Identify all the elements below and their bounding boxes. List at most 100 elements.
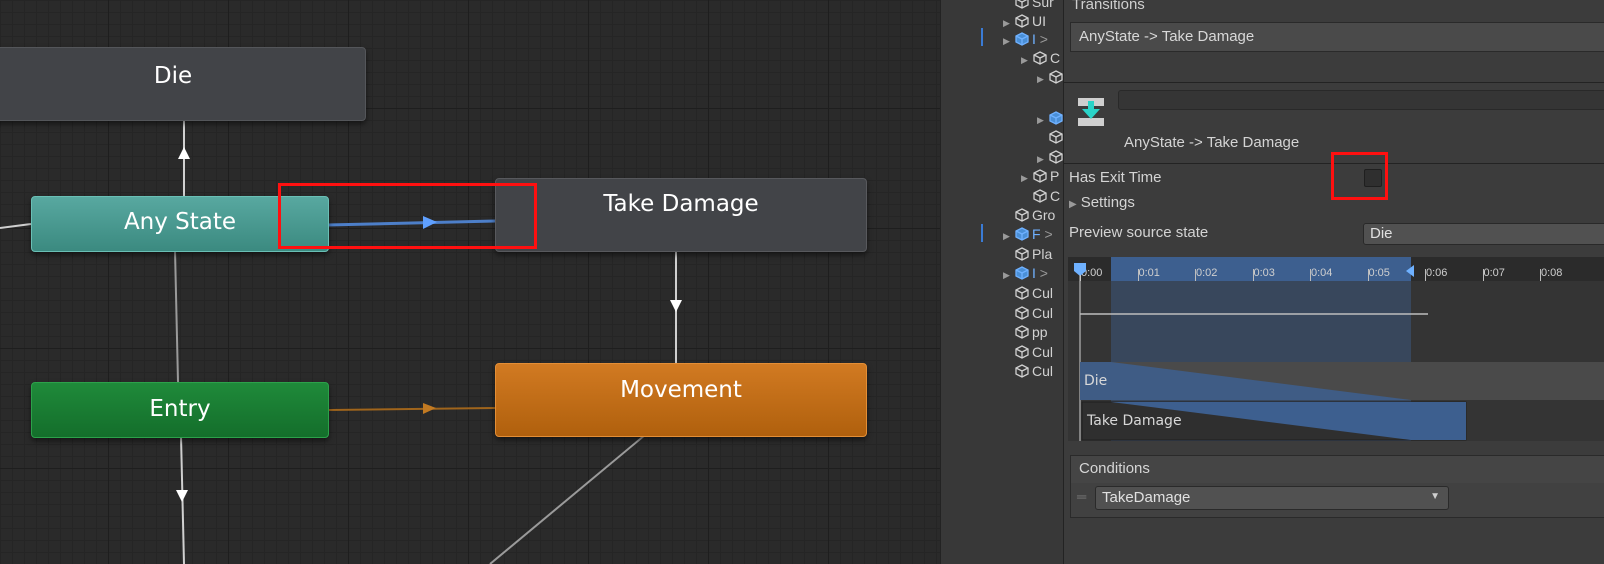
- animator-graph[interactable]: Die Any State Take Damage Entry Movement: [0, 0, 940, 564]
- gameobject-icon: [1049, 130, 1063, 144]
- hierarchy-item-label: Cul: [1032, 344, 1054, 360]
- transition-end-marker-icon[interactable]: [1406, 265, 1414, 277]
- arrow-down-icon: [176, 490, 188, 502]
- hierarchy-item[interactable]: ▶ C: [1021, 50, 1060, 69]
- prefab-icon: [1015, 266, 1029, 280]
- state-movement-label: Movement: [620, 377, 742, 403]
- arrow-right-icon: [423, 403, 436, 414]
- hierarchy-item[interactable]: ▶ I >: [1003, 265, 1048, 284]
- hierarchy-item[interactable]: ▶: [1037, 110, 1064, 129]
- highlight-transition-box: [278, 183, 537, 249]
- gameobject-icon: [1015, 306, 1029, 320]
- preview-source-value: Die: [1370, 225, 1393, 242]
- hierarchy-item-label: F: [1032, 226, 1041, 242]
- hierarchy-item[interactable]: Pla: [1003, 246, 1052, 265]
- gameobject-icon: [1015, 345, 1029, 359]
- transitions-header: Transitions: [1072, 0, 1145, 13]
- transition-left-stub[interactable]: [0, 223, 32, 229]
- foldout-arrow-icon[interactable]: ▶: [1037, 74, 1049, 85]
- gameobject-icon: [1015, 208, 1029, 222]
- hierarchy-item-label: P: [1050, 168, 1060, 184]
- state-entry-label: Entry: [149, 396, 211, 422]
- has-exit-time-label: Has Exit Time: [1069, 169, 1162, 186]
- foldout-arrow-icon[interactable]: ▶: [1003, 36, 1015, 47]
- hierarchy-item-label: Cul: [1032, 305, 1054, 321]
- selection-marker: [981, 28, 983, 46]
- state-entry[interactable]: Entry: [31, 382, 329, 438]
- prefab-icon: [1015, 227, 1029, 241]
- preview-source-dropdown[interactable]: Die: [1363, 223, 1604, 245]
- settings-label: Settings: [1080, 194, 1135, 211]
- hierarchy-item-label: Sur: [1032, 0, 1054, 10]
- hierarchy-item[interactable]: Cul: [1003, 285, 1053, 304]
- conditions-label: Conditions: [1079, 460, 1150, 477]
- hierarchy-item[interactable]: ▶ UI: [1003, 13, 1046, 32]
- hierarchy-item[interactable]: ▶: [1037, 149, 1064, 168]
- hierarchy-item-label: C: [1050, 50, 1061, 66]
- transition-entry-to-movement[interactable]: [326, 407, 496, 411]
- hierarchy-item[interactable]: Sur: [1003, 0, 1054, 13]
- transition-timeline[interactable]: 0:00 0:01 0:02 0:03 0:04 0:05 0:06 0:07 0:08 Die…: [1068, 257, 1604, 441]
- foldout-arrow-icon[interactable]: ▶: [1037, 154, 1049, 165]
- prefab-open-arrow-icon[interactable]: >: [1036, 265, 1048, 281]
- hierarchy-item[interactable]: pp: [1003, 324, 1048, 343]
- condition-parameter-value: TakeDamage: [1102, 489, 1191, 506]
- hierarchy-item[interactable]: C: [1021, 188, 1060, 207]
- prefab-open-arrow-icon[interactable]: >: [1036, 31, 1048, 47]
- hierarchy-item[interactable]: [1037, 129, 1064, 148]
- state-take-damage[interactable]: Take Damage: [495, 178, 867, 252]
- hierarchy-item[interactable]: Cul: [1003, 305, 1053, 324]
- hierarchy-item[interactable]: Gro: [1003, 207, 1055, 226]
- foldout-arrow-icon[interactable]: ▶: [1021, 55, 1033, 66]
- foldout-arrow-icon[interactable]: ▶: [1003, 231, 1015, 242]
- foldout-arrow-icon: ▶: [1069, 199, 1077, 210]
- hierarchy-item-label: Gro: [1032, 207, 1056, 223]
- gameobject-icon: [1015, 286, 1029, 300]
- state-die-label: Die: [153, 63, 193, 89]
- gameobject-icon: [1049, 150, 1063, 164]
- foldout-arrow-icon[interactable]: ▶: [1003, 270, 1015, 281]
- hierarchy-item[interactable]: ▶: [1037, 69, 1064, 88]
- settings-foldout[interactable]: ▶ Settings: [1069, 194, 1135, 211]
- gameobject-icon: [1033, 51, 1047, 65]
- gameobject-icon: [1049, 70, 1063, 84]
- prefab-icon: [1049, 111, 1063, 125]
- prefab-open-arrow-icon[interactable]: >: [1041, 226, 1052, 242]
- transition-any-to-entry-line[interactable]: [174, 249, 179, 383]
- transition-movement-diagonal[interactable]: [489, 434, 646, 564]
- transition-icon: [1078, 98, 1104, 126]
- transition-list-item-label: AnyState -> Take Damage: [1079, 28, 1255, 45]
- foldout-arrow-icon[interactable]: ▶: [1037, 115, 1049, 126]
- arrow-up-icon: [178, 147, 190, 159]
- hierarchy-item-label: UI: [1032, 13, 1046, 29]
- drag-handle-icon[interactable]: ═: [1077, 489, 1086, 504]
- hierarchy-item-label: Cul: [1032, 285, 1054, 301]
- arrow-down-icon: [670, 300, 682, 312]
- hierarchy-item-label: Cul: [1032, 363, 1054, 379]
- source-clip-label: Die: [1084, 373, 1108, 389]
- preview-source-label: Preview source state: [1069, 224, 1209, 241]
- hierarchy-item-label: Pla: [1032, 246, 1053, 262]
- conditions-header: Conditions: [1070, 455, 1604, 485]
- prefab-icon: [1015, 32, 1029, 46]
- gameobject-icon: [1015, 0, 1029, 9]
- hierarchy-item-label: C: [1050, 188, 1061, 204]
- hierarchy-item[interactable]: ▶ P: [1021, 168, 1059, 187]
- hierarchy-item[interactable]: Cul: [1003, 344, 1053, 363]
- hierarchy-panel[interactable]: Sur ▶ UI ▶ I > ▶ C ▶ ▶ ▶ ▶ P C Gro ▶ F > Pla ▶ I > Cul Cul pp…: [940, 0, 1064, 564]
- transition-name-field[interactable]: [1118, 90, 1604, 110]
- state-die[interactable]: Die: [0, 47, 366, 121]
- hierarchy-item[interactable]: ▶ F >: [1003, 226, 1053, 245]
- hierarchy-item[interactable]: Cul: [1003, 363, 1053, 382]
- hierarchy-item[interactable]: ▶ I >: [1003, 31, 1048, 50]
- dest-clip-label: Take Damage: [1087, 413, 1182, 429]
- gameobject-icon: [1033, 169, 1047, 183]
- selection-marker: [981, 224, 983, 242]
- playhead-icon[interactable]: [1074, 263, 1086, 276]
- transition-list-item[interactable]: AnyState -> Take Damage: [1070, 22, 1604, 52]
- foldout-arrow-icon[interactable]: ▶: [1003, 18, 1015, 29]
- foldout-arrow-icon[interactable]: ▶: [1021, 173, 1033, 184]
- gameobject-icon: [1015, 247, 1029, 261]
- condition-parameter-dropdown[interactable]: TakeDamage ▼: [1095, 486, 1449, 510]
- state-movement[interactable]: Movement: [495, 363, 867, 437]
